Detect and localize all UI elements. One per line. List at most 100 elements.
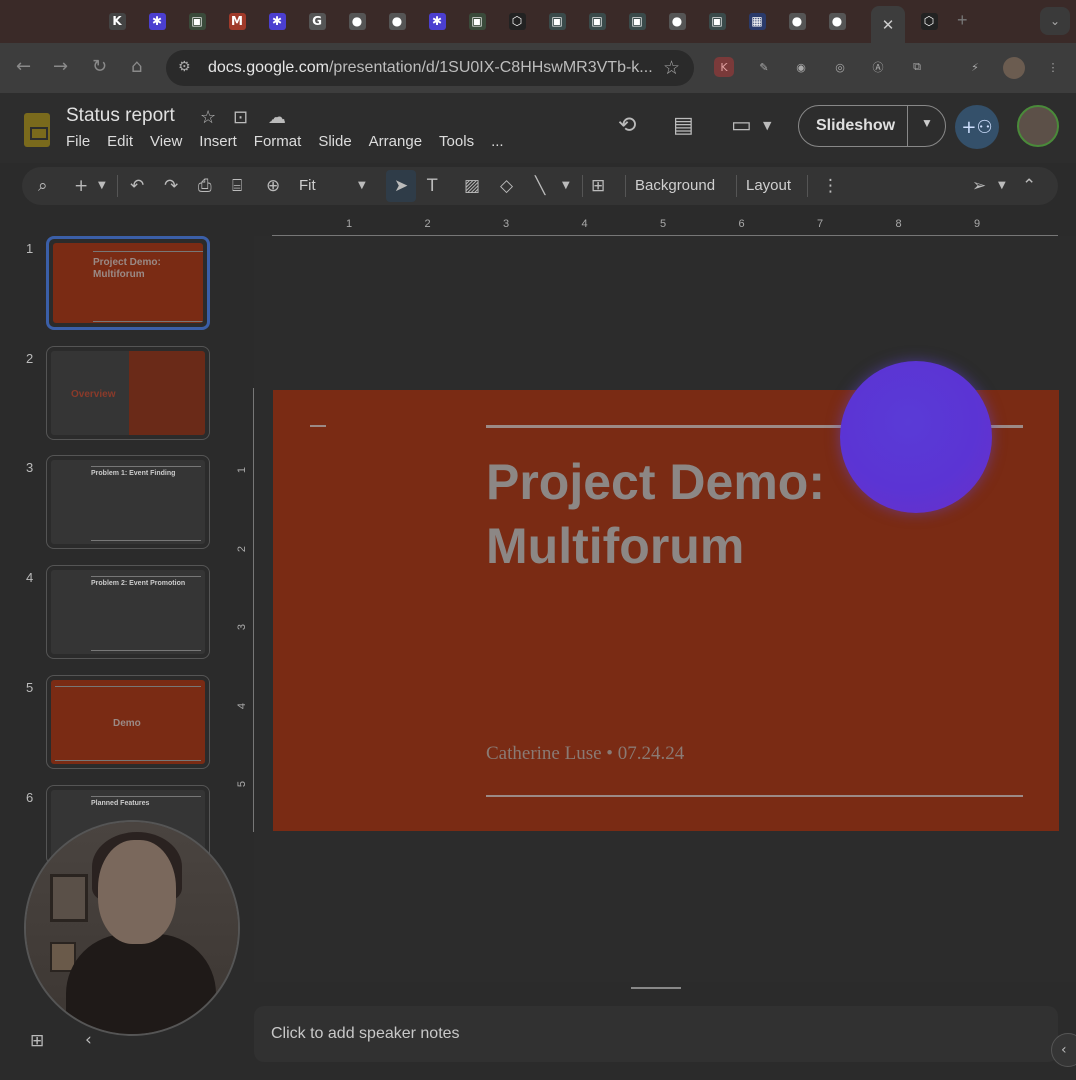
browser-tab[interactable]: ●: [824, 8, 850, 34]
slides-logo-icon[interactable]: [24, 113, 50, 147]
speaker-notes-placeholder[interactable]: Click to add speaker notes: [271, 1025, 460, 1043]
extension-google-icon[interactable]: ◉: [791, 57, 811, 77]
print-icon[interactable]: ⎙: [198, 176, 212, 196]
undo-icon[interactable]: ↶: [130, 176, 144, 196]
browser-tab[interactable]: ●: [344, 8, 370, 34]
back-arrow-icon[interactable]: ←: [16, 56, 31, 77]
browser-tab[interactable]: ▣: [464, 8, 490, 34]
performance-icon[interactable]: ⚡: [965, 57, 985, 77]
speaker-notes[interactable]: Click to add speaker notes: [254, 1006, 1058, 1062]
redo-icon[interactable]: ↷: [164, 176, 178, 196]
new-slide-caret-icon[interactable]: ▼: [98, 180, 106, 191]
browser-tab[interactable]: ▣: [184, 8, 210, 34]
zoom-icon[interactable]: ⊕: [266, 176, 280, 196]
menu-tools[interactable]: Tools: [439, 133, 474, 150]
ruler-tick-label: 6: [738, 218, 745, 230]
browser-tab[interactable]: ▣: [624, 8, 650, 34]
extensions-puzzle-icon[interactable]: ⧉: [907, 57, 927, 77]
menu-insert[interactable]: Insert: [199, 133, 237, 150]
slide-thumbnail-2[interactable]: Overview: [46, 346, 210, 440]
new-slide-plus-icon[interactable]: +: [74, 176, 88, 196]
eyedropper-icon[interactable]: ✎: [754, 57, 774, 77]
browser-tab[interactable]: ●: [784, 8, 810, 34]
select-cursor-icon[interactable]: ➤: [394, 176, 408, 196]
shape-icon[interactable]: ◇: [500, 176, 513, 196]
layout-button[interactable]: Layout: [746, 177, 791, 194]
address-bar[interactable]: ⚙ docs.google.com/presentation/d/1SU0IX-…: [166, 50, 694, 86]
browser-tab[interactable]: ✱: [264, 8, 290, 34]
forward-arrow-icon[interactable]: →: [53, 56, 68, 77]
menu-arrange[interactable]: Arrange: [369, 133, 422, 150]
browser-tab[interactable]: ✱: [424, 8, 450, 34]
comments-icon[interactable]: ▤: [673, 113, 694, 138]
home-icon[interactable]: ⌂: [131, 56, 142, 77]
pointer-mode-icon[interactable]: ➢: [972, 176, 986, 196]
move-folder-icon[interactable]: ⊡: [233, 107, 248, 128]
browser-menu-icon[interactable]: ⋮: [1043, 57, 1063, 77]
slideshow-button[interactable]: Slideshow ▼: [798, 105, 946, 147]
slide-thumbnail-5[interactable]: Demo: [46, 675, 210, 769]
insert-image-icon[interactable]: ▨: [464, 176, 480, 196]
slide-subtitle[interactable]: Catherine Luse • 07.24.24: [486, 743, 684, 765]
app-icon: ▣: [468, 12, 486, 30]
bookmark-star-icon[interactable]: ☆: [663, 57, 680, 79]
add-comment-icon[interactable]: ⊞: [591, 176, 605, 196]
url-text[interactable]: docs.google.com/presentation/d/1SU0IX-C8…: [208, 59, 653, 77]
grid-view-icon[interactable]: ⊞: [30, 1031, 44, 1051]
menu-format[interactable]: Format: [254, 133, 302, 150]
line-caret-icon[interactable]: ▼: [562, 180, 570, 191]
menu-more[interactable]: ...: [491, 133, 504, 150]
browser-profile-avatar[interactable]: [1003, 57, 1025, 79]
browser-tab[interactable]: K: [104, 8, 130, 34]
menu-view[interactable]: View: [150, 133, 182, 150]
browser-tab[interactable]: ▦: [744, 8, 770, 34]
collapse-toolbar-icon[interactable]: ⌃: [1022, 176, 1036, 196]
pointer-caret-icon[interactable]: ▼: [998, 180, 1006, 191]
meet-camera-icon[interactable]: ▭: [731, 113, 752, 138]
slideshow-dropdown-icon[interactable]: ▼: [921, 116, 933, 130]
browser-tab[interactable]: ⬡: [916, 8, 942, 34]
extension-a-icon[interactable]: Ⓐ: [868, 57, 888, 77]
paint-format-icon[interactable]: ⌸: [232, 176, 242, 196]
slide-thumbnail-3[interactable]: Problem 1: Event Finding: [46, 455, 210, 549]
tab-search-chevron-icon[interactable]: ⌄: [1040, 7, 1070, 35]
cloud-status-icon[interactable]: ☁: [268, 107, 286, 128]
extension-lens-icon[interactable]: ◎: [830, 57, 850, 77]
browser-tab[interactable]: ●: [664, 8, 690, 34]
browser-tab[interactable]: ⬡: [504, 8, 530, 34]
browser-tab[interactable]: M: [224, 8, 250, 34]
meet-caret-icon[interactable]: ▼: [763, 119, 771, 132]
zoom-select[interactable]: Fit: [299, 177, 316, 194]
browser-tab[interactable]: ▣: [704, 8, 730, 34]
star-icon[interactable]: ☆: [200, 107, 216, 128]
browser-tab[interactable]: G: [304, 8, 330, 34]
reload-icon[interactable]: ↻: [92, 56, 107, 77]
browser-tab[interactable]: ●: [384, 8, 410, 34]
line-icon[interactable]: ╲: [535, 176, 545, 196]
slide-thumbnail-1[interactable]: Project Demo: Multiforum: [46, 236, 210, 330]
extension-k-icon[interactable]: K: [714, 57, 734, 77]
browser-tab[interactable]: ▣: [584, 8, 610, 34]
search-menus-icon[interactable]: ⌕: [38, 176, 48, 196]
more-options-icon[interactable]: ⋮: [822, 176, 839, 196]
background-button[interactable]: Background: [635, 177, 715, 194]
new-tab-button[interactable]: +: [957, 10, 968, 31]
zoom-caret-icon[interactable]: ▼: [358, 180, 366, 191]
site-settings-icon[interactable]: ⚙: [178, 59, 191, 75]
slide-thumbnail-4[interactable]: Problem 2: Event Promotion: [46, 565, 210, 659]
text-box-icon[interactable]: T: [427, 176, 437, 196]
notes-resize-handle[interactable]: [631, 987, 681, 989]
version-history-icon[interactable]: ⟲: [618, 113, 636, 138]
active-tab[interactable]: ✕: [871, 6, 905, 43]
account-avatar[interactable]: [1017, 105, 1059, 147]
webcam-bubble[interactable]: [24, 820, 240, 1036]
menu-file[interactable]: File: [66, 133, 90, 150]
browser-tab[interactable]: ▣: [544, 8, 570, 34]
share-person-add-icon[interactable]: +⚇: [955, 105, 999, 149]
close-tab-icon[interactable]: ✕: [882, 16, 895, 34]
browser-tab[interactable]: ✱: [144, 8, 170, 34]
menu-edit[interactable]: Edit: [107, 133, 133, 150]
document-title[interactable]: Status report: [66, 105, 175, 127]
side-panel-toggle-icon[interactable]: ‹: [1051, 1033, 1076, 1067]
menu-slide[interactable]: Slide: [318, 133, 351, 150]
